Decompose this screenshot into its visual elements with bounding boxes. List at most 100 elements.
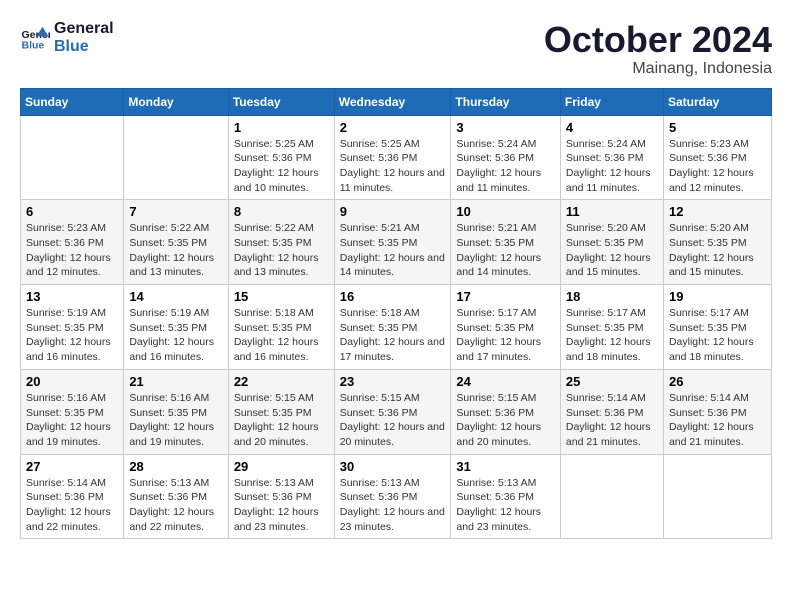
day-number: 27 xyxy=(26,459,118,474)
day-cell-28: 28 Sunrise: 5:13 AMSunset: 5:36 PMDayligh… xyxy=(124,454,228,539)
day-cell-30: 30 Sunrise: 5:13 AMSunset: 5:36 PMDayligh… xyxy=(334,454,451,539)
day-info: Sunrise: 5:14 AMSunset: 5:36 PMDaylight:… xyxy=(669,391,766,450)
day-info: Sunrise: 5:17 AMSunset: 5:35 PMDaylight:… xyxy=(566,306,658,365)
day-cell-6: 6Sunrise: 5:23 AMSunset: 5:36 PMDaylight… xyxy=(21,200,124,285)
day-cell-15: 15 Sunrise: 5:18 AMSunset: 5:35 PMDayligh… xyxy=(228,285,334,370)
day-info: Sunrise: 5:20 AMSunset: 5:35 PMDaylight:… xyxy=(566,221,658,280)
day-cell-24: 24 Sunrise: 5:15 AMSunset: 5:36 PMDayligh… xyxy=(451,369,561,454)
header-monday: Monday xyxy=(124,88,228,115)
day-number: 14 xyxy=(129,289,222,304)
page-header: General Blue General Blue October 2024 M… xyxy=(20,20,772,78)
day-info: Sunrise: 5:14 AMSunset: 5:36 PMDaylight:… xyxy=(566,391,658,450)
empty-cell xyxy=(560,454,663,539)
day-number: 31 xyxy=(456,459,555,474)
day-info: Sunrise: 5:21 AMSunset: 5:35 PMDaylight:… xyxy=(340,221,446,280)
day-number: 9 xyxy=(340,204,446,219)
day-info: Sunrise: 5:15 AMSunset: 5:36 PMDaylight:… xyxy=(340,391,446,450)
day-cell-3: 3 Sunrise: 5:24 AMSunset: 5:36 PMDaylight… xyxy=(451,115,561,200)
day-cell-1: 1 Sunrise: 5:25 AMSunset: 5:36 PMDaylight… xyxy=(228,115,334,200)
day-info: Sunrise: 5:17 AMSunset: 5:35 PMDaylight:… xyxy=(669,306,766,365)
day-cell-31: 31 Sunrise: 5:13 AMSunset: 5:36 PMDayligh… xyxy=(451,454,561,539)
header-tuesday: Tuesday xyxy=(228,88,334,115)
week-row-3: 13 Sunrise: 5:19 AMSunset: 5:35 PMDayligh… xyxy=(21,285,772,370)
location: Mainang, Indonesia xyxy=(544,60,772,78)
day-cell-19: 19 Sunrise: 5:17 AMSunset: 5:35 PMDayligh… xyxy=(663,285,771,370)
day-info: Sunrise: 5:16 AMSunset: 5:35 PMDaylight:… xyxy=(129,391,222,450)
logo: General Blue General Blue xyxy=(20,20,114,56)
day-info: Sunrise: 5:13 AMSunset: 5:36 PMDaylight:… xyxy=(340,476,446,535)
day-cell-16: 16 Sunrise: 5:18 AMSunset: 5:35 PMDayligh… xyxy=(334,285,451,370)
day-info: Sunrise: 5:25 AMSunset: 5:36 PMDaylight:… xyxy=(340,137,446,196)
day-number: 23 xyxy=(340,374,446,389)
day-cell-9: 9 Sunrise: 5:21 AMSunset: 5:35 PMDaylight… xyxy=(334,200,451,285)
day-number: 26 xyxy=(669,374,766,389)
day-info: Sunrise: 5:13 AMSunset: 5:36 PMDaylight:… xyxy=(456,476,555,535)
week-row-5: 27 Sunrise: 5:14 AMSunset: 5:36 PMDayligh… xyxy=(21,454,772,539)
day-info: Sunrise: 5:18 AMSunset: 5:35 PMDaylight:… xyxy=(340,306,446,365)
svg-text:Blue: Blue xyxy=(22,40,45,52)
day-info: Sunrise: 5:22 AMSunset: 5:35 PMDaylight:… xyxy=(129,221,222,280)
day-cell-17: 17 Sunrise: 5:17 AMSunset: 5:35 PMDayligh… xyxy=(451,285,561,370)
day-number: 16 xyxy=(340,289,446,304)
day-info: Sunrise: 5:24 AMSunset: 5:36 PMDaylight:… xyxy=(566,137,658,196)
header-wednesday: Wednesday xyxy=(334,88,451,115)
week-row-2: 6Sunrise: 5:23 AMSunset: 5:36 PMDaylight… xyxy=(21,200,772,285)
day-cell-10: 10Sunrise: 5:21 AMSunset: 5:35 PMDayligh… xyxy=(451,200,561,285)
header-thursday: Thursday xyxy=(451,88,561,115)
day-number: 12 xyxy=(669,204,766,219)
day-info: Sunrise: 5:19 AMSunset: 5:35 PMDaylight:… xyxy=(26,306,118,365)
day-number: 20 xyxy=(26,374,118,389)
empty-cell xyxy=(124,115,228,200)
day-number: 11 xyxy=(566,204,658,219)
day-info: Sunrise: 5:15 AMSunset: 5:36 PMDaylight:… xyxy=(456,391,555,450)
header-sunday: Sunday xyxy=(21,88,124,115)
day-number: 22 xyxy=(234,374,329,389)
calendar-header-row: SundayMondayTuesdayWednesdayThursdayFrid… xyxy=(21,88,772,115)
day-number: 1 xyxy=(234,120,329,135)
day-info: Sunrise: 5:17 AMSunset: 5:35 PMDaylight:… xyxy=(456,306,555,365)
day-number: 29 xyxy=(234,459,329,474)
day-number: 2 xyxy=(340,120,446,135)
day-info: Sunrise: 5:16 AMSunset: 5:35 PMDaylight:… xyxy=(26,391,118,450)
day-info: Sunrise: 5:14 AMSunset: 5:36 PMDaylight:… xyxy=(26,476,118,535)
day-info: Sunrise: 5:24 AMSunset: 5:36 PMDaylight:… xyxy=(456,137,555,196)
day-info: Sunrise: 5:20 AMSunset: 5:35 PMDaylight:… xyxy=(669,221,766,280)
day-number: 17 xyxy=(456,289,555,304)
day-cell-5: 5 Sunrise: 5:23 AMSunset: 5:36 PMDaylight… xyxy=(663,115,771,200)
day-number: 13 xyxy=(26,289,118,304)
day-number: 25 xyxy=(566,374,658,389)
day-number: 5 xyxy=(669,120,766,135)
empty-cell xyxy=(21,115,124,200)
day-number: 30 xyxy=(340,459,446,474)
day-info: Sunrise: 5:25 AMSunset: 5:36 PMDaylight:… xyxy=(234,137,329,196)
day-number: 19 xyxy=(669,289,766,304)
day-cell-21: 21 Sunrise: 5:16 AMSunset: 5:35 PMDayligh… xyxy=(124,369,228,454)
day-cell-23: 23 Sunrise: 5:15 AMSunset: 5:36 PMDayligh… xyxy=(334,369,451,454)
day-cell-4: 4 Sunrise: 5:24 AMSunset: 5:36 PMDaylight… xyxy=(560,115,663,200)
day-info: Sunrise: 5:13 AMSunset: 5:36 PMDaylight:… xyxy=(129,476,222,535)
day-info: Sunrise: 5:23 AMSunset: 5:36 PMDaylight:… xyxy=(669,137,766,196)
day-number: 24 xyxy=(456,374,555,389)
day-number: 4 xyxy=(566,120,658,135)
day-cell-8: 8Sunrise: 5:22 AMSunset: 5:35 PMDaylight… xyxy=(228,200,334,285)
day-number: 6 xyxy=(26,204,118,219)
header-friday: Friday xyxy=(560,88,663,115)
day-number: 21 xyxy=(129,374,222,389)
day-cell-29: 29 Sunrise: 5:13 AMSunset: 5:36 PMDayligh… xyxy=(228,454,334,539)
week-row-4: 20 Sunrise: 5:16 AMSunset: 5:35 PMDayligh… xyxy=(21,369,772,454)
day-info: Sunrise: 5:13 AMSunset: 5:36 PMDaylight:… xyxy=(234,476,329,535)
day-cell-27: 27 Sunrise: 5:14 AMSunset: 5:36 PMDayligh… xyxy=(21,454,124,539)
day-number: 28 xyxy=(129,459,222,474)
empty-cell xyxy=(663,454,771,539)
day-cell-14: 14Sunrise: 5:19 AMSunset: 5:35 PMDayligh… xyxy=(124,285,228,370)
day-cell-20: 20 Sunrise: 5:16 AMSunset: 5:35 PMDayligh… xyxy=(21,369,124,454)
day-number: 8 xyxy=(234,204,329,219)
day-number: 15 xyxy=(234,289,329,304)
day-number: 3 xyxy=(456,120,555,135)
logo-text: General Blue xyxy=(54,20,114,56)
calendar-table: SundayMondayTuesdayWednesdayThursdayFrid… xyxy=(20,88,772,540)
day-cell-7: 7 Sunrise: 5:22 AMSunset: 5:35 PMDaylight… xyxy=(124,200,228,285)
day-number: 7 xyxy=(129,204,222,219)
day-info: Sunrise: 5:18 AMSunset: 5:35 PMDaylight:… xyxy=(234,306,329,365)
day-cell-13: 13 Sunrise: 5:19 AMSunset: 5:35 PMDayligh… xyxy=(21,285,124,370)
